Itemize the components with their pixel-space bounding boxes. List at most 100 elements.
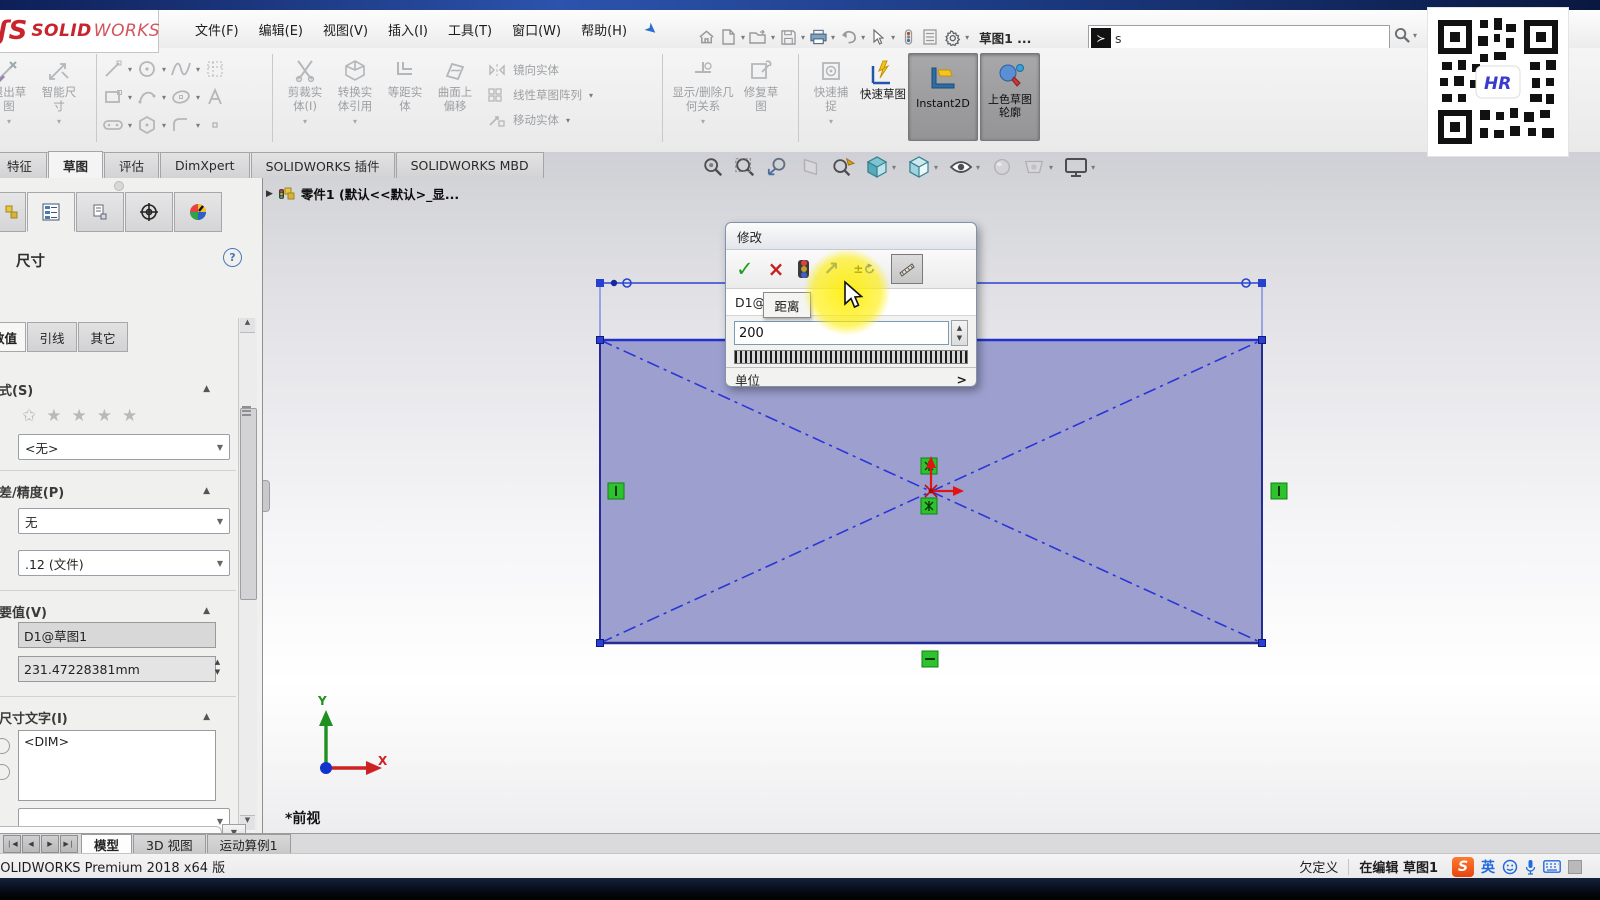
panel-collapse-handle[interactable]: [114, 181, 124, 191]
precision-combo[interactable]: .12 (文件)▼: [18, 550, 230, 576]
magnified-selection-icon[interactable]: [830, 156, 856, 178]
open-dropdown-icon[interactable]: ▾: [771, 33, 775, 42]
search-input[interactable]: s: [1115, 31, 1122, 46]
edit-appearance-icon[interactable]: [991, 156, 1013, 178]
tab-solidworks-addins[interactable]: SOLIDWORKS 插件: [251, 152, 395, 178]
tab-dimxpert-manager[interactable]: [125, 192, 173, 232]
tab-configuration-manager[interactable]: [76, 192, 124, 232]
point-tool-icon[interactable]: [204, 114, 226, 136]
feature-tree-root-label[interactable]: 零件1 (默认<<默认>_显...: [301, 184, 459, 203]
linear-pattern-dropdown-icon[interactable]: ▾: [589, 91, 593, 100]
tab-evaluate[interactable]: 评估: [104, 152, 159, 178]
last-sheet-icon[interactable]: ▶❘: [60, 835, 78, 853]
apply-scene-dropdown-icon[interactable]: ▾: [1049, 163, 1053, 172]
panel-value-spinner[interactable]: ▲▼: [210, 656, 225, 678]
tab-other[interactable]: 其它: [78, 322, 128, 352]
settings-dropdown-icon[interactable]: ▾: [965, 33, 969, 42]
menu-tools[interactable]: 工具(T): [438, 15, 502, 44]
tolerance-section-header[interactable]: 公差/精度(P)▲: [0, 480, 236, 502]
panel-scrollbar-thumb[interactable]: [240, 408, 257, 600]
panel-scrollbar[interactable]: ▲ ▼: [238, 318, 257, 830]
previous-view-icon[interactable]: [766, 156, 790, 178]
open-icon[interactable]: [747, 25, 769, 49]
display-delete-relations-button[interactable]: 显示/删除几何关系 ▾: [670, 53, 736, 126]
options-list-icon[interactable]: [919, 25, 941, 49]
modify-dialog-title[interactable]: 修改: [726, 223, 976, 250]
mirror-entities-button[interactable]: 镜向实体: [486, 59, 595, 81]
slot-tool-icon[interactable]: [102, 114, 124, 136]
ime-mic-icon[interactable]: [1525, 859, 1536, 875]
panel-flyout-icon[interactable]: ▼: [222, 824, 246, 833]
tab-motion-study[interactable]: 运动算例1: [207, 834, 291, 854]
offset-entities-button[interactable]: 等距实体: [380, 53, 430, 114]
tab-solidworks-mbd[interactable]: SOLIDWORKS MBD: [396, 152, 544, 178]
tab-value[interactable]: 数值: [0, 322, 26, 352]
linear-pattern-button[interactable]: 线性草图阵列 ▾: [486, 84, 595, 106]
arc-tool-icon[interactable]: [136, 86, 158, 108]
next-sheet-icon[interactable]: ▶: [41, 835, 59, 853]
ime-toolbox-icon[interactable]: [1568, 860, 1582, 874]
cancel-icon[interactable]: ×: [768, 259, 785, 279]
new-document-dropdown-icon[interactable]: ▾: [741, 33, 745, 42]
dimension-text-section-header[interactable]: 主尺寸文字(I)▲: [0, 706, 236, 728]
tab-features[interactable]: 特征: [0, 152, 47, 178]
move-entities-dropdown-icon[interactable]: ▾: [566, 116, 570, 125]
print-icon[interactable]: [807, 25, 829, 49]
tab-model[interactable]: 模型: [81, 834, 132, 854]
sogou-ime-icon[interactable]: S: [1452, 857, 1474, 877]
first-sheet-icon[interactable]: ❘◀: [3, 835, 21, 853]
expand-dialog-button[interactable]: >: [957, 372, 967, 387]
help-icon[interactable]: ?: [223, 248, 242, 267]
section-view-icon[interactable]: [799, 156, 821, 178]
view-orientation-dropdown-icon[interactable]: ▾: [892, 163, 896, 172]
style-favorites-icons[interactable]: ✩★★★★: [22, 406, 137, 426]
ime-keyboard-icon[interactable]: [1543, 860, 1561, 873]
view-orientation-icon[interactable]: ▾: [865, 155, 898, 179]
zoom-area-icon[interactable]: [733, 156, 757, 178]
new-document-icon[interactable]: [717, 25, 739, 49]
tab-leaders[interactable]: 引线: [27, 322, 77, 352]
polygon-tool-icon[interactable]: [136, 114, 158, 136]
circle-tool-icon[interactable]: [136, 58, 158, 80]
display-style-dropdown-icon[interactable]: ▾: [934, 163, 938, 172]
save-dropdown-icon[interactable]: ▾: [801, 33, 805, 42]
menu-edit[interactable]: 编辑(E): [249, 15, 313, 44]
select-cursor-icon[interactable]: [867, 25, 889, 49]
menu-file[interactable]: 文件(F): [185, 15, 249, 44]
dim-text-position-icon[interactable]: [0, 764, 10, 780]
graphics-area[interactable]: ▾ ▾ ▾ ▾ ▾ ▶ 零件1 (默认<<默认>_显...: [262, 152, 1600, 833]
dim-text-justify-icon[interactable]: [0, 738, 10, 754]
tab-dimxpert[interactable]: DimXpert: [160, 152, 250, 178]
style-section-header[interactable]: 样式(S)▲: [0, 378, 236, 400]
feature-tree-root[interactable]: ▶ 零件1 (默认<<默认>_显...: [266, 184, 459, 203]
tab-property-manager[interactable]: [27, 192, 75, 232]
undo-icon[interactable]: [837, 25, 859, 49]
fillet-tool-icon[interactable]: [170, 114, 192, 136]
select-dropdown-icon[interactable]: ▾: [891, 33, 895, 42]
tolerance-combo[interactable]: 无▼: [18, 508, 230, 534]
style-combo[interactable]: <无>▼: [18, 434, 230, 460]
prev-sheet-icon[interactable]: ◀: [22, 835, 40, 853]
mark-for-drawing-button[interactable]: [891, 254, 923, 284]
view-settings-dropdown-icon[interactable]: ▾: [1091, 163, 1095, 172]
rectangle-tool-icon[interactable]: [102, 86, 124, 108]
ime-emoji-icon[interactable]: [1502, 859, 1518, 875]
tab-sketch[interactable]: 草图: [48, 151, 103, 178]
rebuild-icon[interactable]: [897, 25, 919, 49]
save-icon[interactable]: [777, 25, 799, 49]
undo-dropdown-icon[interactable]: ▾: [861, 33, 865, 42]
quick-snaps-button[interactable]: 快速捕捉 ▾: [806, 53, 856, 126]
ellipse-tool-icon[interactable]: [170, 86, 192, 108]
tree-expand-icon[interactable]: ▶: [266, 189, 273, 199]
home-icon[interactable]: [695, 25, 717, 49]
repair-sketch-button[interactable]: 修复草图: [736, 53, 786, 114]
dimension-name-readonly-field[interactable]: [18, 622, 216, 648]
primary-value-section-header[interactable]: 主要值(V)▲: [0, 600, 236, 622]
smart-dimension-button[interactable]: 智能尺寸 ▾: [34, 53, 84, 126]
display-style-icon[interactable]: ▾: [907, 155, 940, 179]
zoom-fit-icon[interactable]: [702, 156, 724, 178]
apply-scene-icon[interactable]: ▾: [1022, 156, 1055, 178]
surface-offset-button[interactable]: 曲面上偏移: [430, 53, 480, 114]
dimension-value-field[interactable]: [18, 656, 216, 682]
dimension-text-area[interactable]: <DIM>: [18, 730, 216, 801]
